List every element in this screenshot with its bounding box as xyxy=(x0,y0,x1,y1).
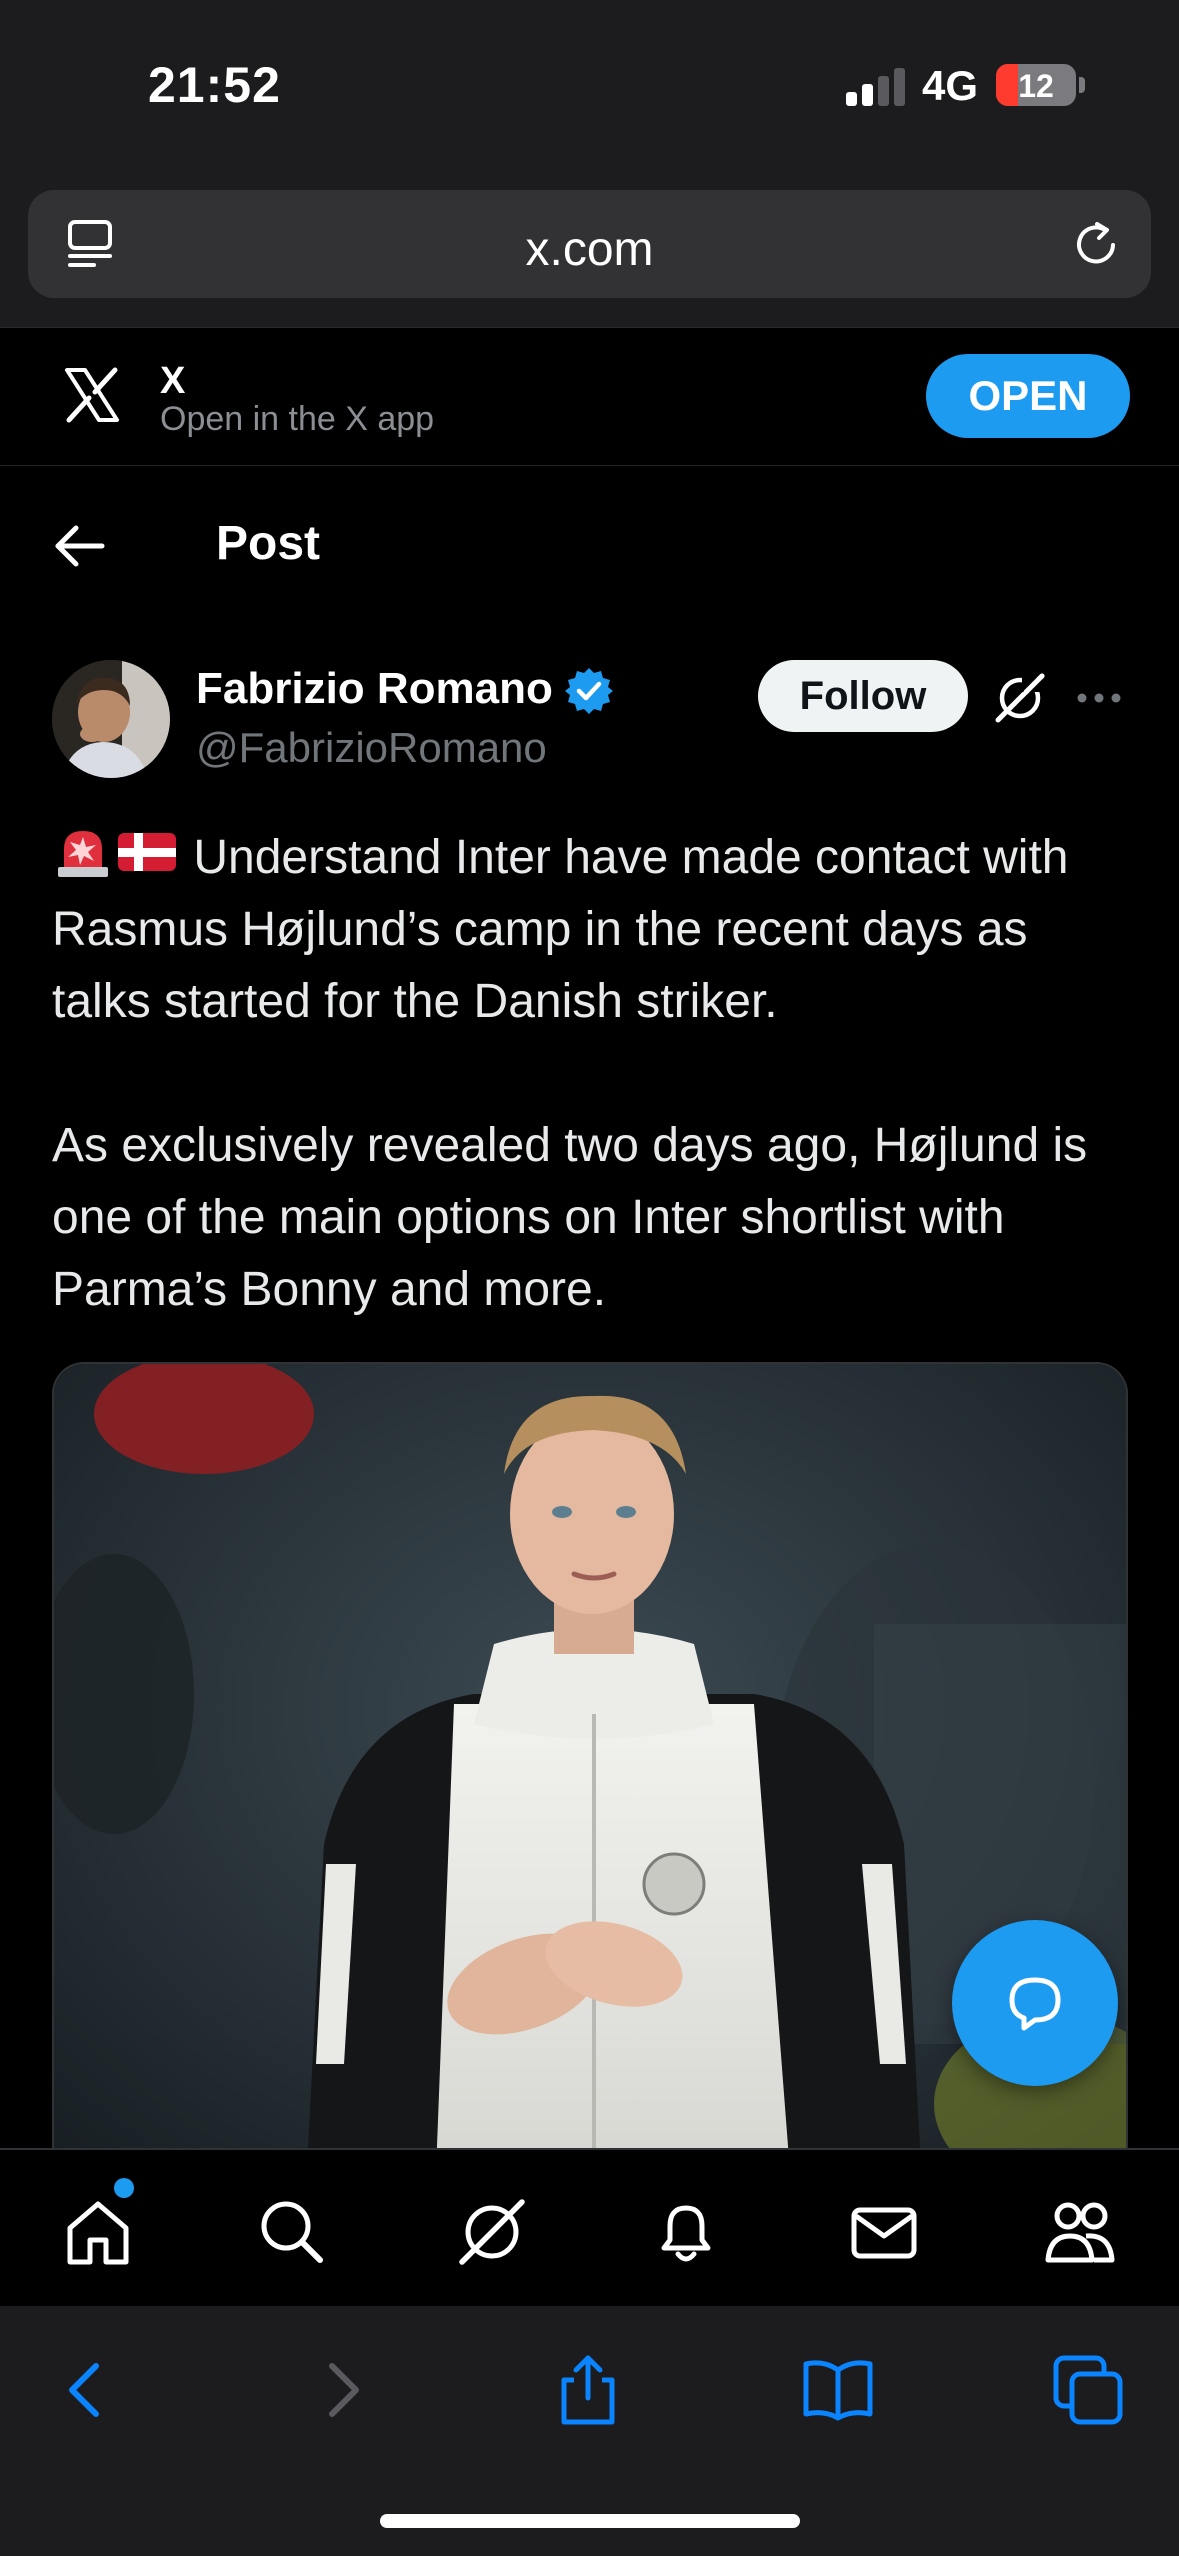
back-arrow-icon[interactable] xyxy=(50,516,110,576)
rotating-light-emoji xyxy=(58,831,108,877)
battery-level: 12 xyxy=(1018,68,1054,104)
post-paragraph-1: Understand Inter have made contact with … xyxy=(52,831,1069,1028)
post-body: Understand Inter have made contact with … xyxy=(52,822,1132,1398)
bookmarks-icon[interactable] xyxy=(800,2352,876,2428)
cellular-signal-icon xyxy=(846,66,906,106)
post-paragraph-2: As exclusively revealed two days ago, Hø… xyxy=(52,1119,1088,1316)
home-indicator xyxy=(380,2514,800,2528)
avatar[interactable] xyxy=(52,660,170,778)
tabs-icon[interactable] xyxy=(1050,2352,1126,2428)
forward-icon[interactable] xyxy=(302,2352,378,2428)
chat-bubble-icon xyxy=(1009,1977,1061,2031)
home-icon[interactable] xyxy=(62,2196,134,2268)
home-unread-dot xyxy=(114,2178,134,2198)
status-bar: 21:52 4G 12 xyxy=(0,0,1179,180)
notifications-icon[interactable] xyxy=(650,2196,722,2268)
browser-address-area: x.com xyxy=(0,180,1179,328)
author-name[interactable]: Fabrizio Romano xyxy=(196,664,553,714)
denmark-flag-emoji xyxy=(118,833,176,871)
page-title: Post xyxy=(216,517,321,570)
search-icon[interactable] xyxy=(256,2196,328,2268)
author-handle[interactable]: @FabrizioRomano xyxy=(196,724,547,772)
communities-icon[interactable] xyxy=(1044,2196,1116,2268)
battery-cap xyxy=(1079,77,1085,93)
post-header: Post xyxy=(0,466,1179,626)
app-name: X xyxy=(160,360,186,402)
share-icon[interactable] xyxy=(550,2352,626,2428)
follow-button[interactable]: Follow xyxy=(758,660,968,732)
messages-icon[interactable] xyxy=(848,2196,920,2268)
open-app-button[interactable]: OPEN xyxy=(926,354,1130,438)
address-bar[interactable]: x.com xyxy=(28,190,1151,298)
verified-badge-icon xyxy=(565,668,613,714)
battery-icon: 12 xyxy=(996,64,1076,106)
reload-icon[interactable] xyxy=(1069,218,1123,272)
x-logo-icon xyxy=(52,350,132,440)
status-time: 21:52 xyxy=(148,57,281,113)
network-type: 4G xyxy=(922,62,979,109)
app-subtitle: Open in the X app xyxy=(160,400,435,438)
grok-chat-button[interactable] xyxy=(952,1920,1118,2086)
url-text[interactable]: x.com xyxy=(28,222,1151,277)
grok-icon[interactable] xyxy=(992,670,1048,726)
more-options-icon[interactable] xyxy=(1074,684,1124,712)
post-image[interactable] xyxy=(52,1362,1128,2222)
grok-nav-icon[interactable] xyxy=(456,2196,528,2268)
back-icon[interactable] xyxy=(50,2352,126,2428)
open-in-app-banner: X Open in the X app OPEN xyxy=(0,328,1179,466)
bottom-navigation xyxy=(0,2148,1179,2306)
